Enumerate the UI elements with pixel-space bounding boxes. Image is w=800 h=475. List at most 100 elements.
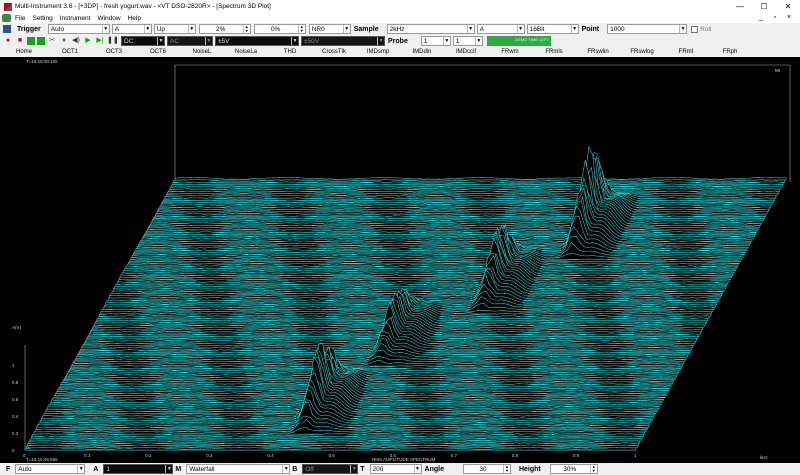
close-button[interactable]: ✕ xyxy=(776,0,800,13)
sample-rate-select[interactable]: 2kHz ▼ xyxy=(386,24,475,34)
tab-frswlog[interactable]: FRswlog xyxy=(620,49,664,55)
document-icon[interactable] xyxy=(2,14,11,22)
probe-a-select[interactable]: 1 ▼ xyxy=(420,36,451,46)
tab-frswlin[interactable]: FRswlin xyxy=(576,49,620,55)
trigger-mode-select[interactable]: Auto ▼ xyxy=(47,24,110,34)
coupling-a-value: DC xyxy=(124,37,134,45)
window-controls: — ☐ ✕ xyxy=(728,0,800,13)
tab-crosstlk[interactable]: CrossTlk xyxy=(312,49,356,55)
height-label: Height xyxy=(518,465,541,473)
speaker-icon[interactable]: ◀) xyxy=(71,36,81,46)
tab-noisela[interactable]: NoiseLa xyxy=(224,49,268,55)
frequency-mode-value: Auto xyxy=(18,465,32,473)
control-toolbar: ● ■ ✂ ♦ ◀) ▶ ▶| ❚❚ DC ▼ AC ▼ ±5V ▼ ±50V ▼ Pr… xyxy=(0,35,800,47)
spectrum-3d-svg[interactable]: 0 0.1 0.2 0.3 0.4 0.5 0.6 0.7 0.8 0.9 100.20.40.60… xyxy=(0,57,800,463)
tab-frmt[interactable]: FRmt xyxy=(664,49,708,55)
y-tick-label: 1 xyxy=(12,363,15,368)
title-bar: Multi-Instrument 3.6 - [+3DP] - fresh yo… xyxy=(0,0,800,13)
trigger-slope-value: Up xyxy=(156,25,166,33)
spinner-arrows-icon[interactable]: ▲ ▼ xyxy=(589,465,597,473)
coupling-b-select[interactable]: AC ▼ xyxy=(167,36,213,46)
channel-value: A xyxy=(479,25,484,33)
tool-icon[interactable]: ♦ xyxy=(59,36,69,46)
chevron-down-icon: ▼ xyxy=(282,465,289,473)
chevron-down-icon: ▼ xyxy=(679,25,686,33)
spinner-arrows-icon[interactable]: ▲ ▼ xyxy=(297,25,305,33)
range-b-select[interactable]: ±50V ▼ xyxy=(301,36,385,46)
frequency-mode-select[interactable]: Auto ▼ xyxy=(15,464,86,474)
spinner-arrows-icon[interactable]: ▲ ▼ xyxy=(502,465,510,473)
tab-home[interactable]: Home xyxy=(0,49,48,55)
ch-a-enable-icon[interactable] xyxy=(27,37,35,45)
play-icon[interactable]: ▶ xyxy=(83,36,93,46)
spinner-arrows-icon[interactable]: ▲ ▼ xyxy=(242,25,250,33)
tab-frmls[interactable]: FRmls xyxy=(532,49,576,55)
menu-help[interactable]: Help xyxy=(128,15,141,22)
chevron-down-icon: ▼ xyxy=(474,37,482,45)
sample-rate-value: 2kHz xyxy=(389,25,405,33)
angle-spinner[interactable]: 30 ▲ ▼ xyxy=(462,464,511,474)
chevron-down-icon: ▼ xyxy=(77,465,84,473)
tab-frwm[interactable]: FRwm xyxy=(488,49,532,55)
mdi-close-button[interactable]: × xyxy=(782,13,796,23)
trigger-slope-select[interactable]: Up ▼ xyxy=(153,24,196,34)
trigger-source-value: A xyxy=(114,25,120,33)
x-axis-title: RMS AMPLITUDE SPECTRUM xyxy=(372,457,436,462)
chevron-down-icon: ▼ xyxy=(157,37,164,45)
menu-instrument[interactable]: Instrument xyxy=(60,15,91,22)
menu-window[interactable]: Window xyxy=(97,15,120,22)
tab-imdsmp[interactable]: IMDsmp xyxy=(356,49,400,55)
spectrum-3d-plot[interactable]: 0 0.1 0.2 0.3 0.4 0.5 0.6 0.7 0.8 0.9 1 0 0.2 0.4 0.6 0… xyxy=(0,57,800,463)
chevron-down-icon: ▼ xyxy=(377,37,384,45)
tab-oct6[interactable]: OCT6 xyxy=(136,49,180,55)
points-select[interactable]: 1000 ▼ xyxy=(607,24,688,34)
trigger-source-select[interactable]: A ▼ xyxy=(111,24,152,34)
single-run-icon[interactable]: ▶| xyxy=(95,36,105,46)
menu-file[interactable]: File xyxy=(15,15,25,22)
b-value-select[interactable]: Off ▼ xyxy=(302,464,359,474)
sample-label: Sample xyxy=(353,25,379,33)
tab-thd[interactable]: THD xyxy=(268,49,312,55)
tab-oct1[interactable]: OCT1 xyxy=(48,49,92,55)
trigger-offset-spinner[interactable]: 0% ▲ ▼ xyxy=(253,24,306,34)
mdi-minimize-button[interactable]: _ xyxy=(754,13,768,23)
tab-imddin[interactable]: IMDdin xyxy=(400,49,444,55)
trace-count-select[interactable]: 200 ▼ xyxy=(369,464,422,474)
trigger-offset-value: 0% xyxy=(271,25,281,33)
noise-reduction-select[interactable]: NR0 ▼ xyxy=(308,24,351,34)
bit-depth-select[interactable]: 16Bit ▼ xyxy=(526,24,579,34)
chevron-down-icon: ▼ xyxy=(466,25,474,33)
y-tick-label: 0.2 xyxy=(12,431,19,436)
probe-b-select[interactable]: 1 ▼ xyxy=(452,36,483,46)
chevron-down-icon: ▼ xyxy=(570,25,578,33)
maximize-button[interactable]: ☐ xyxy=(752,0,776,13)
height-spinner[interactable]: 30% ▲ ▼ xyxy=(549,464,598,474)
x-tick-label: 0.5 xyxy=(329,453,336,458)
display-mode-select[interactable]: Waterfall ▼ xyxy=(186,464,291,474)
tab-imdccif[interactable]: IMDccif xyxy=(444,49,488,55)
roll-checkbox[interactable] xyxy=(691,25,699,33)
menu-setting[interactable]: Setting xyxy=(32,15,52,22)
tab-noisel[interactable]: NoiseL xyxy=(180,49,224,55)
coupling-a-select[interactable]: DC ▼ xyxy=(121,36,165,46)
top-time-label: T=16:15:00:105 xyxy=(26,59,58,64)
tab-oct3[interactable]: OCT3 xyxy=(92,49,136,55)
save-icon[interactable] xyxy=(3,25,11,33)
channel-select[interactable]: A ▼ xyxy=(476,24,525,34)
tool-icon[interactable]: ✂ xyxy=(47,36,57,46)
record-icon[interactable]: ● xyxy=(3,36,13,46)
a-value-select[interactable]: 1 ▼ xyxy=(103,464,174,474)
minimize-button[interactable]: — xyxy=(728,0,752,13)
stop-icon[interactable]: ■ xyxy=(15,36,25,46)
pause-icon[interactable]: ❚❚ xyxy=(107,36,119,46)
mdi-restore-button[interactable]: ▫ xyxy=(768,13,782,23)
tab-frph[interactable]: FRph xyxy=(708,49,752,55)
point-label: Point xyxy=(581,25,600,33)
x-tick-label: 0.8 xyxy=(512,453,519,458)
chevron-down-icon: ▼ xyxy=(413,465,420,473)
trigger-level-spinner[interactable]: 2% ▲ ▼ xyxy=(198,24,251,34)
ch-b-enable-icon[interactable] xyxy=(37,37,45,45)
y-tick-label: 0.8 xyxy=(12,380,19,385)
chevron-down-icon: ▼ xyxy=(291,37,298,45)
range-a-select[interactable]: ±5V ▼ xyxy=(215,36,299,46)
